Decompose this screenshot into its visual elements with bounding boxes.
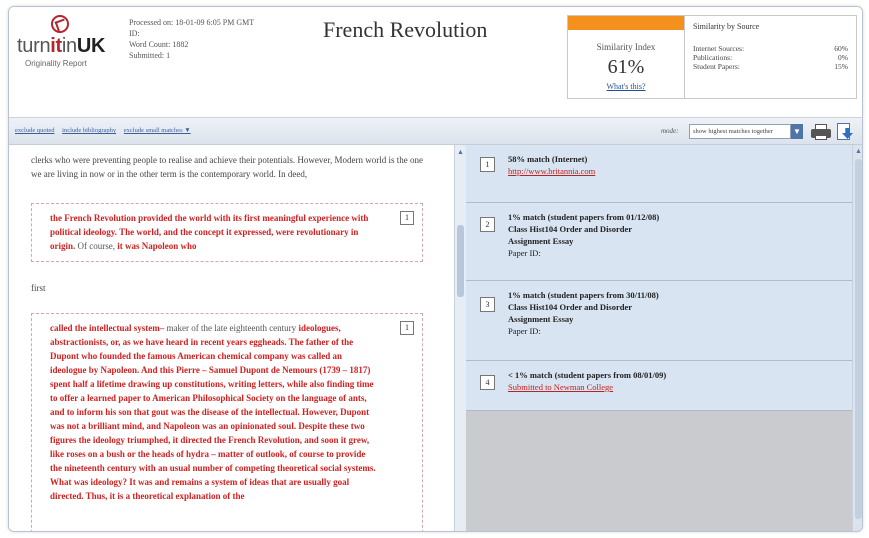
- match-title: 1% match (student papers from 30/11/08): [508, 290, 659, 300]
- match-source-link[interactable]: Submitted to Newman College: [508, 381, 844, 393]
- match-item-2[interactable]: 2 1% match (student papers from 01/12/08…: [466, 203, 852, 281]
- matched-block-2[interactable]: called the intellectual system– maker of…: [31, 313, 423, 531]
- similarity-by-source: Similarity by Source Internet Sources: 60…: [685, 15, 857, 99]
- logo-emblem-icon: [51, 15, 69, 33]
- mode-label: mode:: [661, 127, 679, 135]
- logo-subtitle: Originality Report: [25, 59, 87, 68]
- exclude-quoted-link[interactable]: exclude quoted: [15, 127, 55, 134]
- match-paper-id: Paper ID:: [508, 326, 541, 336]
- similarity-value: 61%: [607, 56, 645, 78]
- mode-select[interactable]: show highest matches together: [689, 124, 791, 139]
- match-item-3[interactable]: 3 1% match (student papers from 30/11/08…: [466, 281, 852, 361]
- match-title: 58% match (Internet): [508, 154, 588, 164]
- match-paper-id: Paper ID:: [508, 248, 541, 258]
- matched-block-1[interactable]: the French Revolution provided the world…: [31, 203, 423, 262]
- match-item-1[interactable]: 1 58% match (Internet) http://www.britan…: [466, 145, 852, 203]
- word-count: Word Count: 1882: [129, 40, 189, 49]
- match-assignment: Assignment Essay: [508, 314, 574, 324]
- match-number-badge: 3: [480, 297, 495, 312]
- include-bibliography-link[interactable]: include bibliography: [62, 127, 116, 134]
- paper-id: ID:: [129, 29, 140, 38]
- unmatched-text: Of course,: [75, 241, 118, 251]
- source-row-publications: Publications: 0%: [693, 53, 848, 62]
- matches-scrollbar[interactable]: ▲: [852, 145, 862, 531]
- similarity-color-bar: [568, 16, 684, 30]
- match-assignment: Assignment Essay: [508, 236, 574, 246]
- matched-text: ideologues, abstractionists, or, as we h…: [50, 323, 376, 501]
- print-icon[interactable]: [811, 124, 831, 140]
- chevron-down-icon[interactable]: ▼: [791, 124, 803, 139]
- match-number-badge[interactable]: 1: [400, 211, 414, 225]
- match-number-badge[interactable]: 1: [400, 321, 414, 335]
- submission-meta: Processed on: 18-01-09 6:05 PM GMT ID: W…: [129, 17, 254, 61]
- download-icon[interactable]: [837, 123, 853, 141]
- match-number-badge: 4: [480, 375, 495, 390]
- match-source-link[interactable]: http://www.britannia.com: [508, 165, 844, 177]
- report-header: turnitinUK Originality Report Processed …: [9, 7, 862, 117]
- turnitin-logo: turnitinUK Originality Report: [17, 15, 109, 75]
- scroll-up-icon[interactable]: ▲: [456, 148, 465, 157]
- report-toolbar: exclude quoted include bibliography excl…: [9, 117, 862, 145]
- match-item-4[interactable]: 4 < 1% match (student papers from 08/01/…: [466, 361, 852, 411]
- match-class: Class Hist104 Order and Disorder: [508, 302, 633, 312]
- submitted-count: Submitted: 1: [129, 51, 171, 60]
- logo-wordmark: turnitinUK: [17, 35, 106, 57]
- match-title: < 1% match (student papers from 08/01/09…: [508, 370, 667, 380]
- document-text-pane[interactable]: clerks who were preventing people to rea…: [9, 145, 454, 531]
- source-row-internet: Internet Sources: 60%: [693, 44, 848, 53]
- source-row-student-papers: Student Papers: 15%: [693, 62, 848, 71]
- match-class: Class Hist104 Order and Disorder: [508, 224, 633, 234]
- matched-text: it was Napoleon who: [117, 241, 197, 251]
- matched-text: called the intellectual system–: [50, 323, 165, 333]
- document-scrollbar[interactable]: ▲: [454, 145, 466, 531]
- document-title: French Revolution: [323, 17, 488, 42]
- match-number-badge: 2: [480, 217, 495, 232]
- matches-pane: 1 58% match (Internet) http://www.britan…: [466, 145, 852, 531]
- document-paragraph: first: [31, 283, 46, 293]
- similarity-index-box: Similarity Index 61% What's this?: [567, 15, 685, 99]
- exclude-small-matches-link[interactable]: exclude small matches ▼: [124, 127, 191, 134]
- document-paragraph: clerks who were preventing people to rea…: [31, 155, 424, 179]
- match-number-badge: 1: [480, 157, 495, 172]
- processed-date: Processed on: 18-01-09 6:05 PM GMT: [129, 18, 255, 27]
- scroll-thumb[interactable]: [855, 159, 862, 519]
- filter-links: exclude quoted include bibliography excl…: [15, 127, 197, 134]
- unmatched-text: maker of the late eighteenth century: [164, 323, 299, 333]
- scroll-up-icon[interactable]: ▲: [854, 147, 862, 156]
- similarity-label: Similarity Index: [596, 42, 656, 52]
- by-source-title: Similarity by Source: [693, 22, 760, 31]
- whats-this-link[interactable]: What's this?: [568, 82, 684, 91]
- report-window: turnitinUK Originality Report Processed …: [8, 6, 863, 532]
- match-title: 1% match (student papers from 01/12/08): [508, 212, 660, 222]
- scroll-thumb[interactable]: [457, 225, 464, 297]
